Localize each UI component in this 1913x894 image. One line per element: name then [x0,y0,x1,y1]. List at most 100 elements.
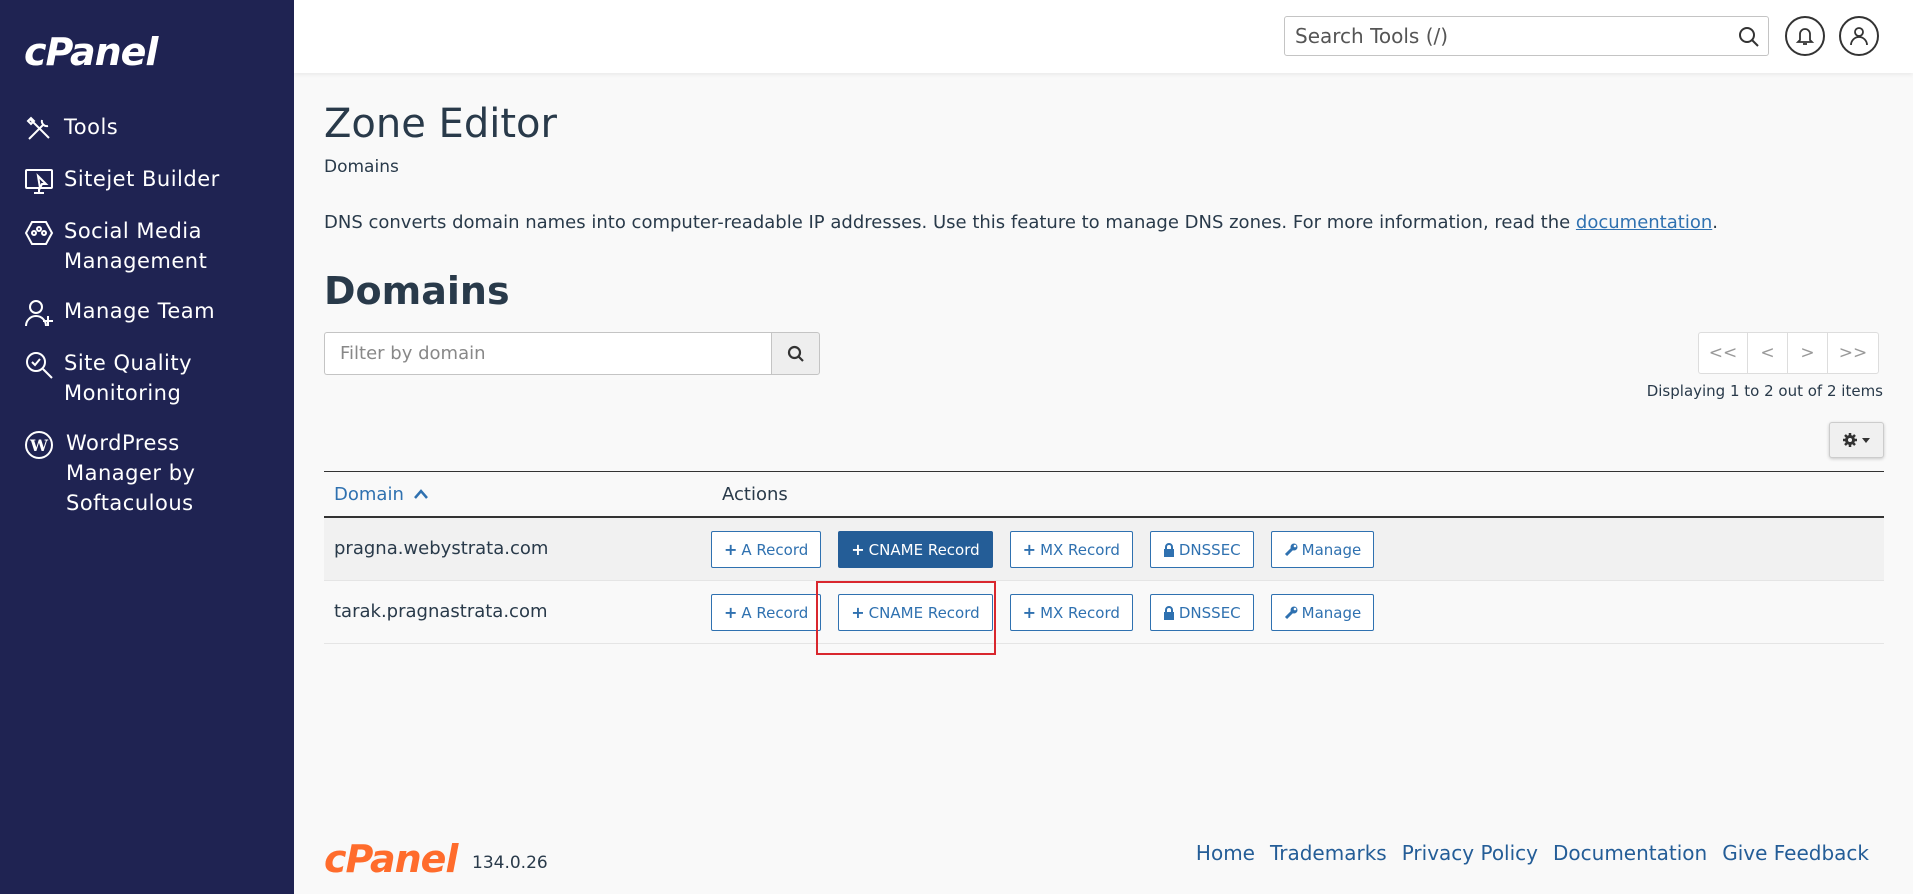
sort-ascending-icon [413,489,428,499]
wrench-icon [1284,606,1298,619]
sidebar-item-site-quality[interactable]: Site Quality Monitoring [0,348,294,408]
svg-text:W: W [29,436,49,455]
sidebar-item-manage-team[interactable]: Manage Team [0,296,294,328]
search-tools [1284,16,1769,56]
main-content: Zone Editor Domains DNS converts domain … [294,73,1913,894]
sidebar: cPanel Tools Sitejet Builder Social Medi… [0,0,294,894]
filter-input[interactable] [324,332,771,375]
a-record-label: A Record [741,603,809,622]
plus-icon: + [851,540,865,559]
footer-link-home[interactable]: Home [1196,841,1255,865]
domains-table: Domain Actions pragna.webystrata.com + A … [324,471,1884,644]
social-media-icon [24,221,54,245]
mx-record-label: MX Record [1040,540,1120,559]
search-icon[interactable] [1738,26,1760,48]
cpanel-logo[interactable]: cPanel [24,30,158,74]
user-account-button[interactable] [1839,16,1879,56]
pagination: << < > >> [1698,332,1879,374]
manage-label: Manage [1301,540,1362,559]
manage-button[interactable]: Manage [1270,531,1375,568]
description-end: . [1712,212,1718,233]
bell-icon [1795,28,1815,45]
version-number: 134.0.26 [472,853,548,873]
domain-column-label: Domain [334,484,404,505]
user-icon [1850,27,1868,46]
sidebar-item-tools[interactable]: Tools [0,112,294,144]
cname-record-button[interactable]: + CNAME Record [838,594,993,631]
wordpress-icon: W [25,431,53,459]
sidebar-item-sitejet[interactable]: Sitejet Builder [0,164,294,196]
dnssec-button[interactable]: DNSSEC [1149,531,1254,568]
manage-team-icon [25,300,53,327]
domain-name: tarak.pragnastrata.com [334,601,548,622]
actions-column-header: Actions [722,484,788,505]
dnssec-label: DNSSEC [1178,603,1241,622]
plus-icon: + [724,603,738,622]
top-bar [294,0,1913,73]
paging-info: Displaying 1 to 2 out of 2 items [1646,382,1883,400]
sidebar-item-social-media[interactable]: Social Media Management [0,216,294,276]
tools-icon [26,116,50,140]
documentation-link[interactable]: documentation [1576,212,1712,233]
sidebar-item-label: WordPress Manager by Softaculous [66,431,196,515]
notifications-button[interactable] [1785,16,1825,56]
footer-link-documentation[interactable]: Documentation [1553,841,1707,865]
cname-record-button[interactable]: + CNAME Record [838,531,993,568]
row-actions: + A Record + CNAME Record + MX Record DNSSE… [711,531,1391,568]
sidebar-item-label: Manage Team [64,299,216,323]
mx-record-button[interactable]: + MX Record [1009,594,1133,631]
manage-label: Manage [1301,603,1362,622]
manage-button[interactable]: Manage [1270,594,1375,631]
sidebar-item-label: Tools [64,115,119,139]
pager-first-button[interactable]: << [1698,332,1748,374]
description-text: DNS converts domain names into computer-… [324,212,1576,233]
pager-next-button[interactable]: > [1787,332,1828,374]
sidebar-nav: Tools Sitejet Builder Social Media Manag… [0,112,294,538]
footer-links: Home Trademarks Privacy Policy Documenta… [1181,841,1869,865]
plus-icon: + [1022,603,1037,622]
sidebar-item-wordpress[interactable]: W WordPress Manager by Softaculous [0,428,294,518]
filter-search-button[interactable] [771,332,820,375]
footer-link-privacy-policy[interactable]: Privacy Policy [1402,841,1538,865]
a-record-label: A Record [741,540,809,559]
footer-link-trademarks[interactable]: Trademarks [1270,841,1387,865]
dnssec-button[interactable]: DNSSEC [1149,594,1254,631]
pager-prev-button[interactable]: < [1747,332,1788,374]
section-title: Domains [324,269,510,313]
domain-name: pragna.webystrata.com [334,538,549,559]
caret-down-icon [1862,438,1870,443]
footer-cpanel-logo[interactable]: cPanel [324,837,458,881]
lock-icon [1163,605,1174,620]
a-record-button[interactable]: + A Record [711,531,822,568]
plus-icon: + [851,603,865,622]
page-description: DNS converts domain names into computer-… [324,212,1718,233]
breadcrumb: Domains [324,157,399,177]
page-title: Zone Editor [324,101,557,147]
settings-dropdown-button[interactable] [1829,422,1884,458]
row-actions: + A Record + CNAME Record + MX Record DNSSE… [711,594,1391,631]
footer-link-give-feedback[interactable]: Give Feedback [1722,841,1869,865]
a-record-button[interactable]: + A Record [711,594,822,631]
site-quality-icon [26,352,53,379]
sidebar-item-label: Sitejet Builder [64,167,220,191]
mx-record-label: MX Record [1040,603,1120,622]
mx-record-button[interactable]: + MX Record [1009,531,1133,568]
sitejet-icon [25,169,53,194]
wrench-icon [1284,543,1298,556]
search-icon [787,345,804,362]
domain-column-header[interactable]: Domain [334,484,429,505]
plus-icon: + [1022,540,1037,559]
search-input[interactable] [1285,17,1715,55]
gear-icon [1843,433,1857,447]
table-row: tarak.pragnastrata.com + A Record + CNAME … [324,581,1884,644]
dnssec-label: DNSSEC [1178,540,1241,559]
plus-icon: + [724,540,738,559]
cname-record-label: CNAME Record [868,540,980,559]
lock-icon [1163,542,1174,557]
table-header: Domain Actions [324,471,1884,518]
domain-filter [324,332,820,375]
table-row: pragna.webystrata.com + A Record + CNAME R… [324,518,1884,581]
pager-last-button[interactable]: >> [1827,332,1879,374]
sidebar-item-label: Social Media Management [64,219,208,273]
cname-record-label: CNAME Record [868,603,980,622]
